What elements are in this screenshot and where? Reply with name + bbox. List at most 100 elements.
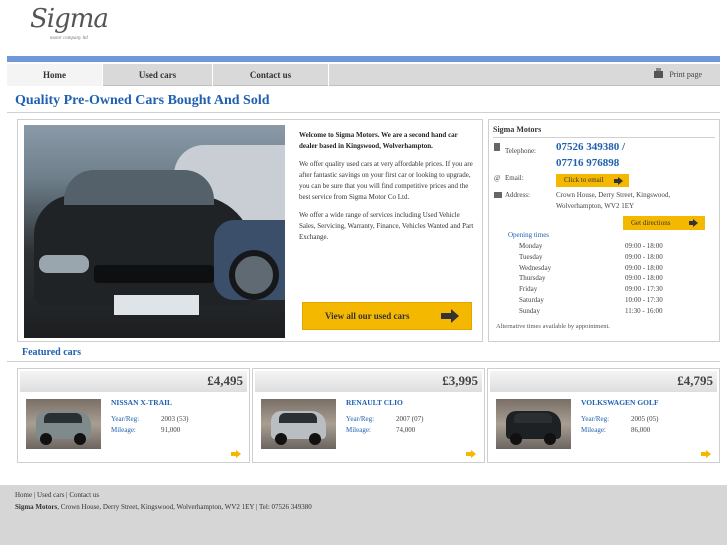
hero-windscreen [64, 170, 214, 205]
year-value: 2003 (53) [161, 415, 189, 423]
hours-time: 09:00 - 18:00 [625, 263, 663, 272]
car-wheel [40, 433, 52, 445]
contact-divider [493, 137, 715, 138]
footer-links: Home | Used cars | Contact us [15, 491, 100, 499]
hours-row: Thursday 09:00 - 18:00 [519, 273, 699, 284]
car-wheel [510, 433, 522, 445]
hours-row: Saturday 10:00 - 17:30 [519, 295, 699, 306]
nav-contact-us[interactable]: Contact us [213, 64, 329, 86]
car-thumbnail[interactable] [261, 399, 336, 449]
get-directions-label: Get directions [631, 219, 671, 227]
print-page-link[interactable]: Print page [654, 64, 702, 86]
arrow-right-icon[interactable] [466, 450, 476, 458]
car-thumbnail[interactable] [496, 399, 571, 449]
hours-day: Thursday [519, 274, 546, 283]
mileage-value: 74,000 [396, 426, 416, 434]
sigma-logo[interactable]: Sigma motor company ltd [10, 4, 109, 52]
email-button-label: Click to email [564, 176, 604, 184]
car-name-link[interactable]: RENAULT CLIO [346, 398, 403, 407]
hours-time: 09:00 - 17:30 [625, 285, 663, 294]
hours-day: Monday [519, 242, 543, 250]
car-mileage-row: Mileage: 86,000 [581, 426, 650, 434]
car-thumbnail[interactable] [26, 399, 101, 449]
footer-link-contact-us[interactable]: Contact us [69, 491, 99, 499]
car-window [279, 413, 317, 423]
address-line-2: Wolverhampton, WV2 1EY [556, 202, 635, 210]
intro-panel: Welcome to Sigma Motors. We are a second… [17, 119, 483, 342]
phone-number-2[interactable]: 07716 976898 [556, 157, 619, 169]
hours-day: Saturday [519, 295, 544, 304]
hero-wheel [229, 250, 279, 300]
car-year-row: Year/Reg: 2003 (53) [111, 415, 188, 423]
arrow-right-icon [614, 177, 623, 185]
view-all-cars-label: View all our used cars [325, 311, 410, 321]
car-wheel [275, 433, 287, 445]
nav-used-cars[interactable]: Used cars [103, 64, 213, 86]
address-text: Crown House, Derry Street, Kingswood, Wo… [556, 190, 716, 212]
year-value: 2007 (07) [396, 415, 424, 423]
car-window [514, 413, 552, 423]
address-line-1: Crown House, Derry Street, Kingswood, [556, 191, 671, 199]
card-header: £3,995 [255, 371, 482, 392]
envelope-icon [494, 192, 502, 198]
hero-number-plate [114, 295, 199, 315]
telephone-label: Telephone: [505, 147, 536, 155]
hours-time: 09:00 - 18:00 [625, 242, 663, 250]
hours-day: Friday [519, 285, 538, 294]
mileage-label: Mileage: [346, 426, 371, 434]
arrow-right-icon[interactable] [231, 450, 241, 458]
at-icon: @ [494, 174, 501, 182]
footer-link-home[interactable]: Home [15, 491, 32, 499]
footer-address-text: , Crown House, Derry Street, Kingswood, … [57, 503, 312, 511]
hours-day: Wednesday [519, 263, 552, 272]
car-name-link[interactable]: NISSAN X-TRAIL [111, 398, 172, 407]
alternative-times-note: Alternative times available by appointme… [496, 323, 610, 330]
car-name-link[interactable]: VOLKSWAGEN GOLF [581, 398, 659, 407]
featured-car-card[interactable]: £4,795 VOLKSWAGEN GOLF Year/Reg: 2005 (05… [487, 368, 720, 463]
phone-number-1[interactable]: 07526 349380 / [556, 141, 625, 153]
page-title: Quality Pre-Owned Cars Bought And Sold [15, 93, 270, 108]
hero-car-photo [24, 125, 285, 338]
address-label: Address: [505, 191, 530, 199]
featured-car-card[interactable]: £3,995 RENAULT CLIO Year/Reg: 2007 (07) M… [252, 368, 485, 463]
featured-cars-title: Featured cars [22, 347, 81, 358]
opening-times-table: Monday 09:00 - 18:00 Tuesday 09:00 - 18:00… [519, 241, 699, 317]
site-footer: Home | Used cars | Contact us Sigma Moto… [0, 485, 727, 545]
main-nav: Home Used cars Contact us Print page [7, 64, 720, 86]
hours-time: 09:00 - 18:00 [625, 274, 663, 283]
mileage-value: 91,000 [161, 426, 181, 434]
hours-row: Friday 09:00 - 17:30 [519, 284, 699, 295]
hours-row: Tuesday 09:00 - 18:00 [519, 252, 699, 263]
car-price: £4,495 [207, 373, 243, 388]
featured-car-card[interactable]: £4,495 NISSAN X-TRAIL Year/Reg: 2003 (53)… [17, 368, 250, 463]
contact-panel: Sigma Motors Telephone: 07526 349380 / 0… [488, 119, 720, 342]
nav-home[interactable]: Home [7, 64, 103, 86]
footer-link-used-cars[interactable]: Used cars [37, 491, 64, 499]
intro-services: We offer a wide range of services includ… [299, 211, 474, 241]
hours-day: Sunday [519, 306, 540, 315]
footer-address: Sigma Motors, Crown House, Derry Street,… [15, 503, 312, 511]
car-mileage-row: Mileage: 74,000 [346, 426, 415, 434]
email-button[interactable]: Click to email [556, 174, 629, 187]
car-price: £3,995 [442, 373, 478, 388]
arrow-right-icon [689, 219, 698, 227]
intro-offer: We offer quality used cars at very affor… [299, 160, 473, 201]
hours-day: Tuesday [519, 252, 543, 261]
hours-time: 11:30 - 16:00 [625, 306, 663, 315]
logo-subtext: motor company ltd [50, 36, 88, 41]
year-label: Year/Reg: [581, 415, 610, 423]
view-all-cars-button[interactable]: View all our used cars [302, 302, 472, 330]
get-directions-button[interactable]: Get directions [623, 216, 705, 230]
card-header: £4,795 [490, 371, 717, 392]
phone-icon [494, 143, 500, 151]
arrow-right-icon[interactable] [701, 450, 711, 458]
hours-row: Monday 09:00 - 18:00 [519, 241, 699, 252]
mileage-label: Mileage: [581, 426, 606, 434]
mileage-label: Mileage: [111, 426, 136, 434]
car-year-row: Year/Reg: 2005 (05) [581, 415, 658, 423]
site-header: Sigma motor company ltd [0, 0, 727, 56]
contact-title: Sigma Motors [493, 125, 542, 134]
footer-company: Sigma Motors [15, 503, 58, 511]
print-page-label: Print page [669, 70, 702, 79]
car-price: £4,795 [677, 373, 713, 388]
